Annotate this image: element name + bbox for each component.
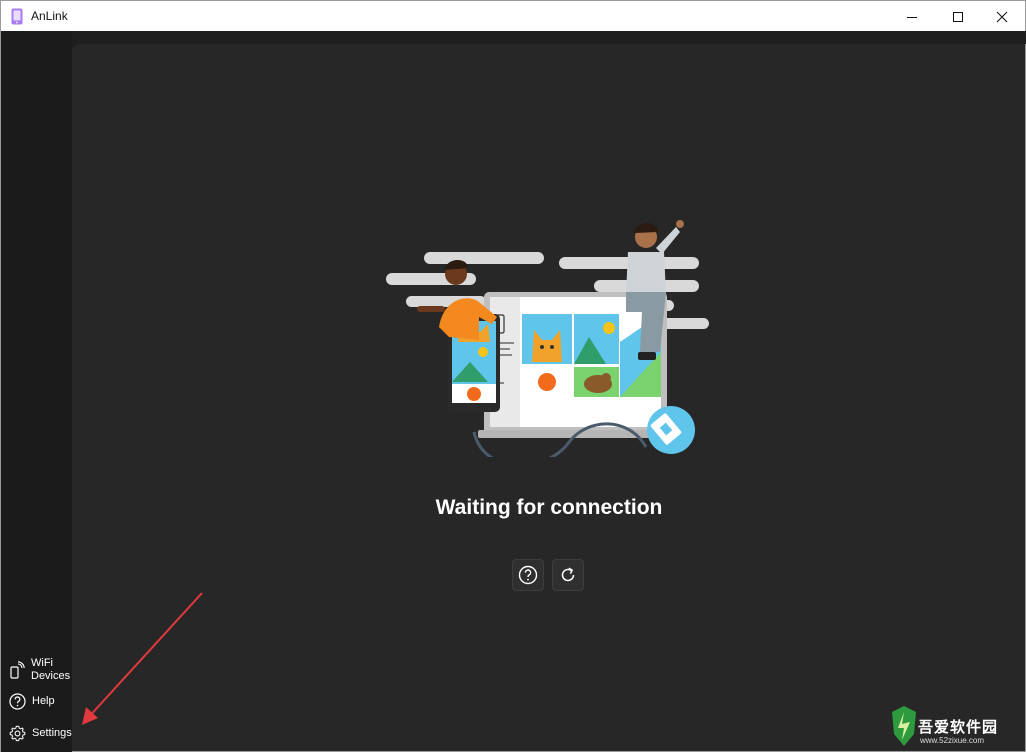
- help-icon: [9, 693, 26, 710]
- maximize-icon: [953, 11, 963, 22]
- sidebar: WiFi Devices Help Settings: [0, 31, 72, 752]
- watermark-url: www.52zixue.com: [920, 736, 985, 745]
- minimize-button[interactable]: [889, 1, 935, 32]
- help-button[interactable]: [512, 559, 544, 591]
- sidebar-item-help[interactable]: Help: [9, 693, 55, 710]
- wifi-phone-icon: [10, 661, 25, 679]
- sidebar-item-label: WiFi: [31, 657, 53, 669]
- annotation-arrow: [82, 592, 203, 725]
- gear-icon: [9, 725, 26, 742]
- maximize-button[interactable]: [935, 1, 981, 32]
- watermark: 吾爱软件园 www.52zixue.com: [890, 702, 1020, 750]
- minimize-icon: [907, 16, 917, 18]
- main-content: Waiting for connection: [72, 44, 1026, 752]
- refresh-button[interactable]: [552, 559, 584, 591]
- watermark-text: 吾爱软件园: [918, 719, 999, 736]
- connection-illustration: [386, 220, 709, 457]
- sidebar-item-wifi-devices[interactable]: WiFi Devices: [9, 657, 70, 683]
- help-circle-icon: [518, 565, 538, 585]
- sidebar-item-settings[interactable]: Settings: [9, 725, 72, 742]
- sidebar-item-label: Help: [32, 695, 55, 707]
- refresh-icon: [561, 567, 575, 582]
- app-logo-icon: [11, 8, 23, 25]
- close-icon: [996, 11, 1008, 22]
- sidebar-item-label: Settings: [32, 727, 72, 739]
- sidebar-item-label: Devices: [31, 670, 71, 682]
- title-bar: AnLink: [0, 0, 1026, 31]
- connection-status-text: Waiting for connection: [435, 496, 663, 519]
- shield-logo-icon: [892, 706, 916, 746]
- window-title: AnLink: [31, 9, 68, 23]
- close-button[interactable]: [979, 1, 1025, 32]
